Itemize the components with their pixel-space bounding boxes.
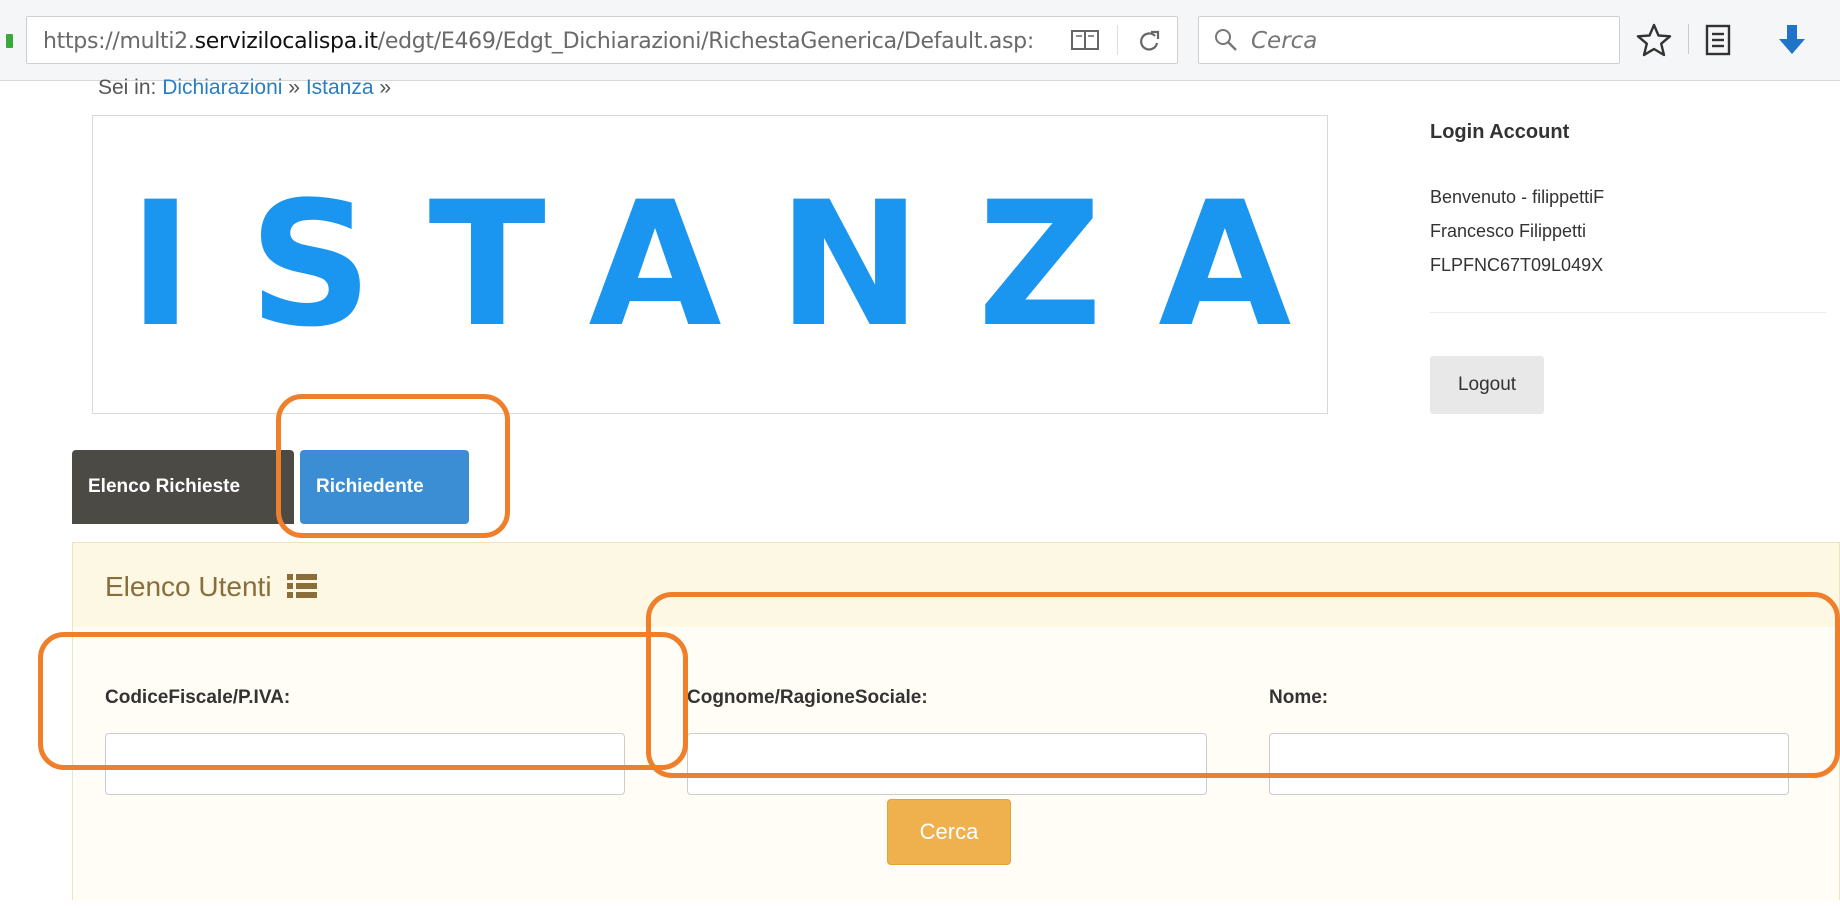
breadcrumb-link-dichiarazioni[interactable]: Dichiarazioni <box>162 76 282 98</box>
reload-icon[interactable] <box>1133 27 1165 53</box>
panel-title-text: Elenco Utenti <box>105 571 272 602</box>
breadcrumb-separator: » <box>379 76 392 98</box>
breadcrumb-prefix: Sei in: <box>98 76 157 98</box>
logout-button[interactable]: Logout <box>1430 356 1544 414</box>
url-text[interactable]: https://multi2.servizilocalispa.it/edgt/… <box>43 29 1034 54</box>
cognome-input[interactable] <box>687 733 1207 795</box>
codice-fiscale-label: CodiceFiscale/P.IVA: <box>105 687 291 708</box>
user-full-name: Francesco Filippetti <box>1430 221 1587 241</box>
search-placeholder: Cerca <box>1251 28 1318 54</box>
toolbar-separator <box>1688 24 1689 54</box>
lock-icon <box>6 34 13 48</box>
reader-view-icon[interactable] <box>1069 27 1101 53</box>
magnifier-icon <box>1215 29 1237 51</box>
url-prefix: https://multi2. <box>43 29 195 54</box>
nome-label: Nome: <box>1269 687 1329 708</box>
breadcrumb-separator: » <box>288 76 300 98</box>
login-account-title: Login Account <box>1430 121 1570 143</box>
user-fiscal-code: FLPFNC67T09L049X <box>1430 255 1604 275</box>
reading-list-icon[interactable] <box>1700 22 1736 58</box>
cognome-label: Cognome/RagioneSociale: <box>687 687 928 708</box>
tab-elenco-richieste[interactable]: Elenco Richieste <box>72 450 294 524</box>
breadcrumb: Sei in: Dichiarazioni » Istanza » <box>98 76 391 98</box>
elenco-utenti-panel: Elenco Utenti CodiceFiscale/P.IVA: Cogno… <box>72 542 1840 901</box>
address-bar[interactable]: https://multi2.servizilocalispa.it/edgt/… <box>26 16 1178 64</box>
browser-search-box[interactable]: Cerca <box>1198 16 1620 64</box>
welcome-text: Benvenuto - filippettiF <box>1430 187 1605 207</box>
url-domain: servizilocalispa.it <box>194 29 378 54</box>
browser-toolbar: https://multi2.servizilocalispa.it/edgt/… <box>0 0 1840 81</box>
login-divider <box>1430 312 1826 313</box>
cerca-button[interactable]: Cerca <box>887 799 1011 865</box>
panel-title: Elenco Utenti <box>105 571 318 603</box>
breadcrumb-link-istanza[interactable]: Istanza <box>306 76 374 98</box>
banner-text: ISTANZA <box>128 164 1348 365</box>
panel-header: Elenco Utenti <box>73 543 1839 628</box>
star-icon[interactable] <box>1636 22 1672 58</box>
codice-fiscale-input[interactable] <box>105 733 625 795</box>
nome-input[interactable] <box>1269 733 1789 795</box>
istanza-banner: ISTANZA <box>92 115 1328 414</box>
tab-richiedente[interactable]: Richiedente <box>300 450 469 524</box>
url-separator <box>1117 25 1118 55</box>
list-icon <box>287 574 318 598</box>
url-path: /edgt/E469/Edgt_Dichiarazioni/RichestaGe… <box>377 29 1035 54</box>
download-arrow-icon[interactable] <box>1774 22 1810 58</box>
